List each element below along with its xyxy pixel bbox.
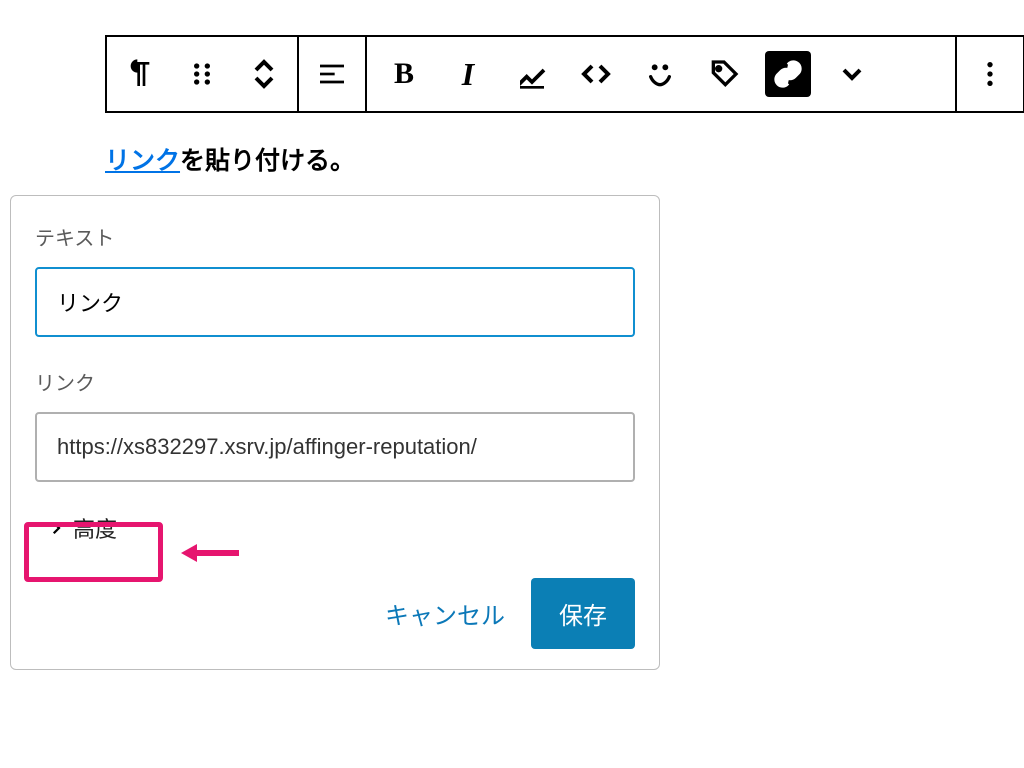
align-icon: [316, 58, 348, 90]
updown-icon: [248, 58, 280, 90]
more-button[interactable]: [967, 51, 1013, 97]
paragraph-icon: [124, 58, 156, 90]
drag-handle-button[interactable]: [179, 51, 225, 97]
more-icon: [974, 58, 1006, 90]
linked-text[interactable]: リンク: [105, 147, 180, 175]
italic-button[interactable]: I: [445, 51, 491, 97]
emoji-button[interactable]: [637, 51, 683, 97]
tag-icon: [708, 58, 740, 90]
toolbar-group-align: [299, 37, 367, 111]
save-button[interactable]: 保存: [531, 578, 635, 649]
plain-text: を貼り付ける。: [180, 147, 355, 175]
bold-button[interactable]: B: [381, 51, 427, 97]
marker-button[interactable]: [509, 51, 555, 97]
drag-icon: [186, 58, 218, 90]
bold-icon: B: [394, 57, 414, 91]
code-button[interactable]: [573, 51, 619, 97]
text-input[interactable]: [35, 267, 635, 337]
chevron-right-icon: [47, 519, 65, 537]
italic-icon: I: [462, 56, 474, 93]
code-icon: [580, 58, 612, 90]
paragraph-button[interactable]: [117, 51, 163, 97]
cancel-button[interactable]: キャンセル: [379, 586, 511, 641]
toolbar-group-more: [957, 37, 1023, 111]
paragraph-text[interactable]: リンクを貼り付ける。: [105, 141, 1024, 177]
clear-format-button[interactable]: [701, 51, 747, 97]
toolbar-group-block: [107, 37, 299, 111]
align-button[interactable]: [309, 51, 355, 97]
emoji-icon: [644, 58, 676, 90]
link-label: リンク: [35, 367, 635, 396]
move-updown-button[interactable]: [241, 51, 287, 97]
link-icon: [772, 58, 804, 90]
toolbar-group-format: B I: [367, 37, 957, 111]
link-input[interactable]: [35, 412, 635, 482]
link-button[interactable]: [765, 51, 811, 97]
chevron-down-icon: [836, 58, 868, 90]
advanced-toggle[interactable]: 高度: [35, 504, 129, 552]
advanced-label: 高度: [73, 512, 117, 544]
button-row: キャンセル 保存: [35, 578, 635, 649]
block-toolbar: B I: [105, 35, 1024, 113]
dropdown-button[interactable]: [829, 51, 875, 97]
link-popover: テキスト リンク 高度 キャンセル 保存: [10, 195, 660, 670]
marker-icon: [516, 58, 548, 90]
text-label: テキスト: [35, 222, 635, 251]
annotation-arrow-icon: [181, 540, 241, 566]
